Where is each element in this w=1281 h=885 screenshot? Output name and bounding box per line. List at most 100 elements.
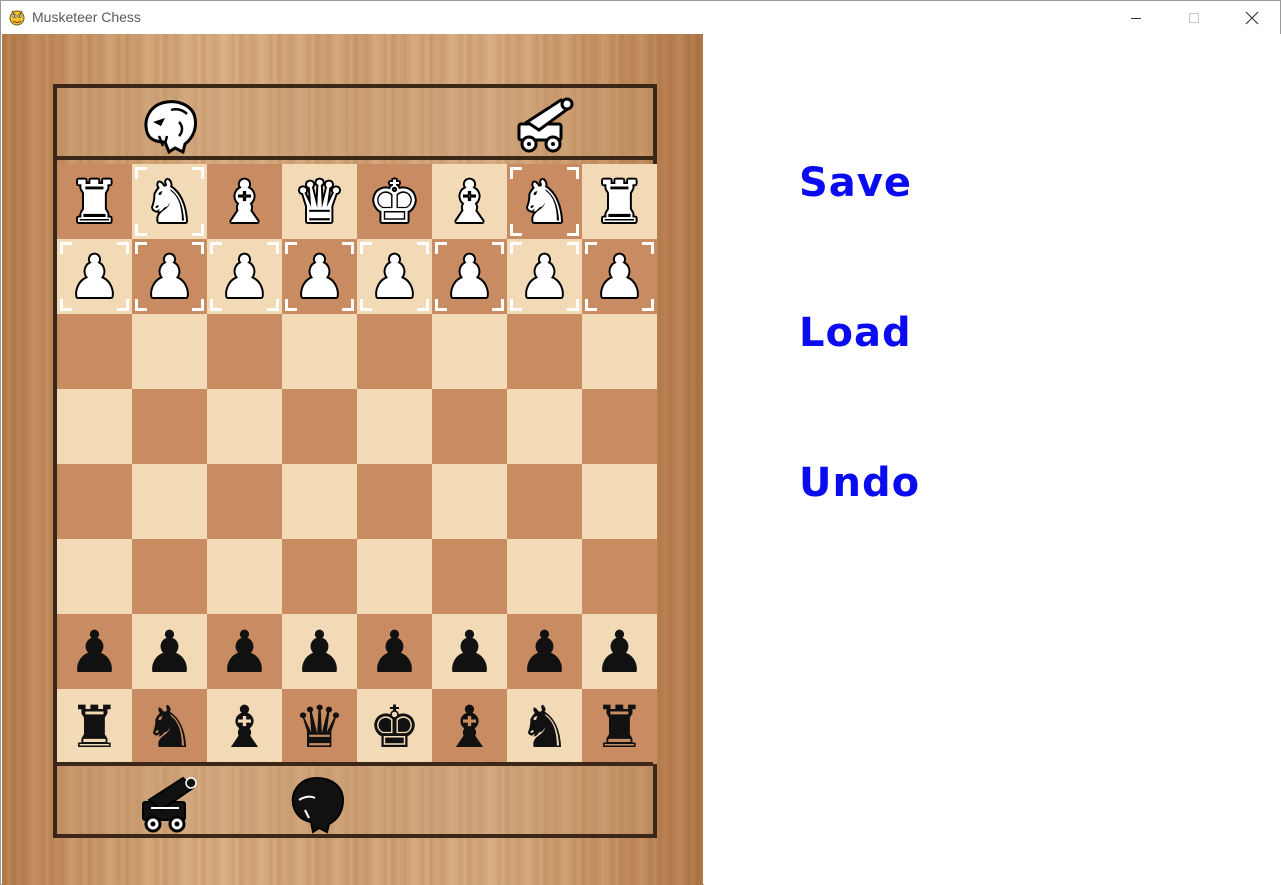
board-square[interactable]: [507, 464, 582, 539]
black-pawn-icon[interactable]: ♟: [519, 623, 571, 681]
board-square[interactable]: [357, 464, 432, 539]
board-square[interactable]: [432, 464, 507, 539]
board-square[interactable]: ♝: [207, 164, 282, 239]
black-knight-icon[interactable]: ♞: [144, 698, 196, 756]
board-square[interactable]: [432, 314, 507, 389]
white-bishop-icon[interactable]: ♝: [219, 173, 271, 231]
board-square[interactable]: ♟: [132, 239, 207, 314]
white-pawn-icon[interactable]: ♟: [519, 248, 571, 306]
black-rook-icon[interactable]: ♜: [594, 698, 646, 756]
board-square[interactable]: ♟: [582, 614, 657, 689]
board-square[interactable]: [57, 389, 132, 464]
board-square[interactable]: [132, 539, 207, 614]
board-square[interactable]: [207, 464, 282, 539]
board-square[interactable]: [207, 539, 282, 614]
board-square[interactable]: [432, 389, 507, 464]
board-square[interactable]: [507, 539, 582, 614]
board-square[interactable]: [582, 314, 657, 389]
board-square[interactable]: ♟: [357, 614, 432, 689]
board-square[interactable]: ♛: [282, 689, 357, 764]
board-square[interactable]: ♟: [282, 239, 357, 314]
board-square[interactable]: [282, 539, 357, 614]
board-square[interactable]: ♜: [582, 689, 657, 764]
white-knight-icon[interactable]: ♞: [144, 173, 196, 231]
white-rook-icon[interactable]: ♜: [594, 173, 646, 231]
board-square[interactable]: ♜: [582, 164, 657, 239]
black-leopard-icon[interactable]: [283, 770, 353, 836]
board-square[interactable]: [582, 539, 657, 614]
black-king-icon[interactable]: ♚: [369, 698, 421, 756]
board-square[interactable]: ♟: [432, 239, 507, 314]
board-square[interactable]: [282, 389, 357, 464]
board-square[interactable]: ♝: [432, 689, 507, 764]
white-pawn-icon[interactable]: ♟: [69, 248, 121, 306]
board-square[interactable]: ♚: [357, 689, 432, 764]
white-queen-icon[interactable]: ♛: [294, 173, 346, 231]
load-button[interactable]: Load: [799, 309, 911, 357]
title-bar[interactable]: Musketeer Chess: [1, 1, 1280, 34]
board-square[interactable]: ♟: [582, 239, 657, 314]
board-square[interactable]: [507, 314, 582, 389]
board-square[interactable]: ♚: [357, 164, 432, 239]
white-pawn-icon[interactable]: ♟: [594, 248, 646, 306]
board-square[interactable]: [57, 464, 132, 539]
undo-button[interactable]: Undo: [799, 459, 919, 507]
board-square[interactable]: ♟: [207, 239, 282, 314]
black-bishop-icon[interactable]: ♝: [444, 698, 496, 756]
board-square[interactable]: ♞: [507, 689, 582, 764]
board-square[interactable]: [582, 389, 657, 464]
board-square[interactable]: ♜: [57, 689, 132, 764]
board-square[interactable]: [57, 314, 132, 389]
board-square[interactable]: [357, 314, 432, 389]
board-square[interactable]: [282, 314, 357, 389]
white-pawn-icon[interactable]: ♟: [369, 248, 421, 306]
black-bishop-icon[interactable]: ♝: [219, 698, 271, 756]
board-square[interactable]: ♛: [282, 164, 357, 239]
minimize-button[interactable]: [1107, 1, 1165, 34]
black-pawn-icon[interactable]: ♟: [369, 623, 421, 681]
black-cannon-icon[interactable]: [133, 772, 203, 838]
board-square[interactable]: ♟: [357, 239, 432, 314]
maximize-button[interactable]: [1165, 1, 1223, 34]
black-knight-icon[interactable]: ♞: [519, 698, 571, 756]
close-button[interactable]: [1223, 1, 1281, 34]
board-square[interactable]: [132, 464, 207, 539]
board-square[interactable]: [432, 539, 507, 614]
board-square[interactable]: ♝: [432, 164, 507, 239]
board-square[interactable]: [582, 464, 657, 539]
white-pawn-icon[interactable]: ♟: [144, 248, 196, 306]
white-bishop-icon[interactable]: ♝: [444, 173, 496, 231]
black-pawn-icon[interactable]: ♟: [144, 623, 196, 681]
save-button[interactable]: Save: [799, 159, 911, 207]
black-pawn-icon[interactable]: ♟: [69, 623, 121, 681]
board-square[interactable]: ♟: [132, 614, 207, 689]
white-king-icon[interactable]: ♚: [369, 173, 421, 231]
white-rook-icon[interactable]: ♜: [69, 173, 121, 231]
board-square[interactable]: [507, 389, 582, 464]
board-square[interactable]: [207, 389, 282, 464]
black-pawn-icon[interactable]: ♟: [219, 623, 271, 681]
board-square[interactable]: ♟: [57, 614, 132, 689]
white-pawn-icon[interactable]: ♟: [444, 248, 496, 306]
black-pawn-icon[interactable]: ♟: [294, 623, 346, 681]
white-cannon-icon[interactable]: [509, 92, 579, 158]
white-knight-icon[interactable]: ♞: [519, 173, 571, 231]
board-square[interactable]: [57, 539, 132, 614]
board-square[interactable]: ♝: [207, 689, 282, 764]
board-square[interactable]: [132, 389, 207, 464]
black-rook-icon[interactable]: ♜: [69, 698, 121, 756]
black-pawn-icon[interactable]: ♟: [594, 623, 646, 681]
board-square[interactable]: [207, 314, 282, 389]
board-square[interactable]: ♟: [57, 239, 132, 314]
board-square[interactable]: ♜: [57, 164, 132, 239]
board-square[interactable]: ♟: [282, 614, 357, 689]
black-pawn-icon[interactable]: ♟: [444, 623, 496, 681]
board-square[interactable]: ♞: [507, 164, 582, 239]
board-square[interactable]: ♞: [132, 689, 207, 764]
black-queen-icon[interactable]: ♛: [294, 698, 346, 756]
board-square[interactable]: ♟: [432, 614, 507, 689]
board-square[interactable]: [357, 539, 432, 614]
board-square[interactable]: [357, 389, 432, 464]
board-square[interactable]: [132, 314, 207, 389]
white-pawn-icon[interactable]: ♟: [294, 248, 346, 306]
